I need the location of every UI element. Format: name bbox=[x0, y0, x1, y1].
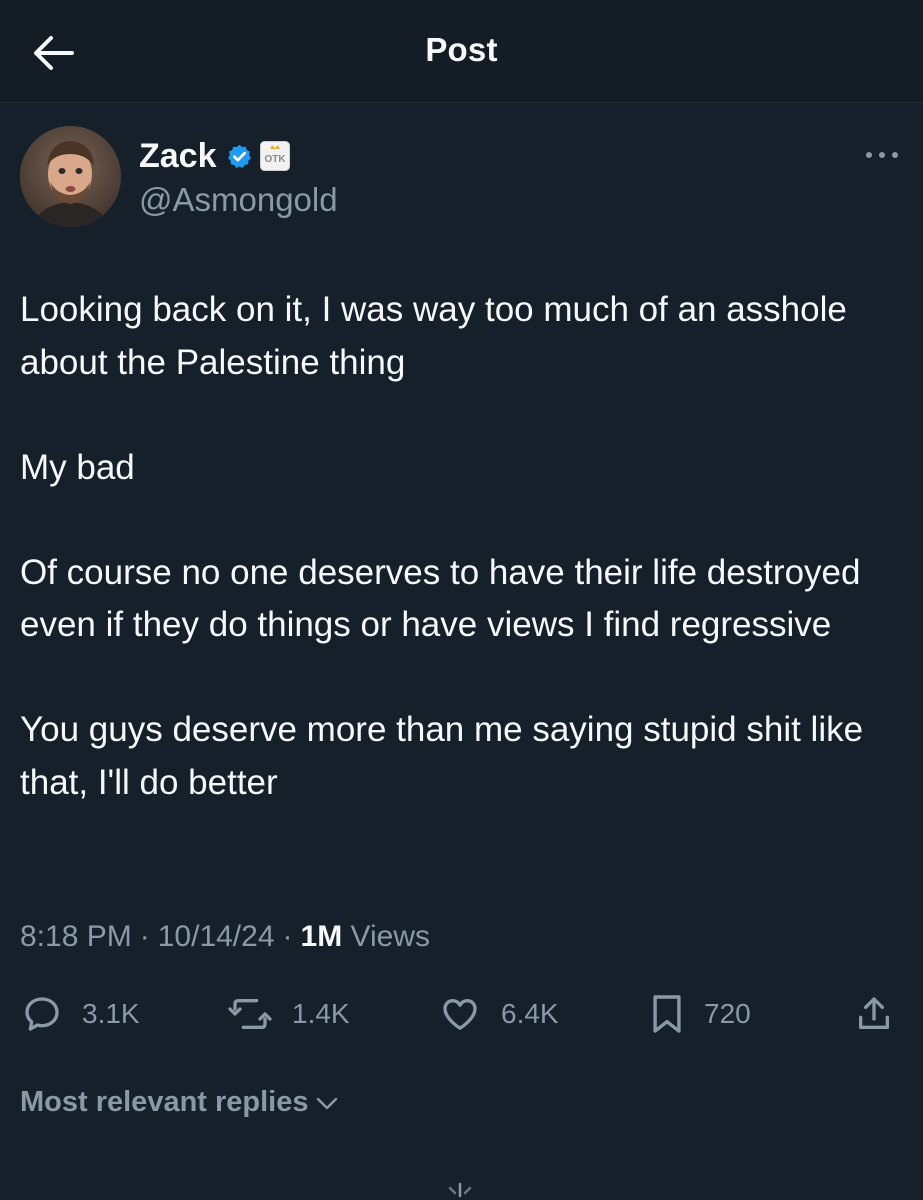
post-metadata: 8:18 PM · 10/14/24 · 1M Views bbox=[20, 920, 430, 954]
reply-icon bbox=[25, 997, 59, 1031]
verified-badge-icon bbox=[227, 144, 251, 168]
views-label: Views bbox=[350, 920, 431, 953]
action-bar: 3.1K 1.4K 6.4K 720 bbox=[0, 990, 923, 1038]
post-date[interactable]: 10/14/24 bbox=[158, 920, 275, 953]
avatar[interactable] bbox=[20, 126, 121, 227]
views-count[interactable]: 1M bbox=[301, 920, 343, 953]
avatar-image bbox=[20, 126, 121, 227]
replies-sort-label: Most relevant replies bbox=[20, 1086, 309, 1118]
separator-dot: · bbox=[282, 920, 293, 953]
post-text: Looking back on it, I was way too much o… bbox=[20, 284, 900, 809]
author-display-name[interactable]: Zack bbox=[139, 137, 217, 176]
bookmark-count: 720 bbox=[704, 998, 751, 1029]
post-paragraph: Looking back on it, I was way too much o… bbox=[20, 290, 847, 382]
bookmark-button[interactable]: 720 bbox=[650, 990, 751, 1038]
more-options-button[interactable] bbox=[862, 143, 902, 167]
reply-count: 3.1K bbox=[82, 998, 140, 1029]
share-button[interactable] bbox=[854, 990, 894, 1038]
share-icon bbox=[859, 997, 889, 1029]
like-count: 6.4K bbox=[501, 998, 559, 1029]
replies-sort-dropdown[interactable]: Most relevant replies bbox=[20, 1086, 339, 1119]
post-paragraph: Of course no one deserves to have their … bbox=[20, 552, 861, 645]
author-handle[interactable]: @Asmongold bbox=[139, 181, 338, 219]
author-name-row: Zack OTK bbox=[139, 134, 290, 178]
repost-count: 1.4K bbox=[292, 998, 350, 1029]
more-horizontal-icon bbox=[866, 152, 898, 158]
heart-icon bbox=[443, 999, 477, 1030]
repost-icon bbox=[228, 999, 272, 1029]
separator-dot: · bbox=[139, 920, 150, 953]
post-paragraph: My bad bbox=[20, 447, 135, 487]
post-time[interactable]: 8:18 PM bbox=[20, 920, 132, 953]
loading-spinner-icon bbox=[448, 1182, 472, 1198]
page-title: Post bbox=[425, 31, 498, 68]
repost-button[interactable]: 1.4K bbox=[228, 990, 350, 1038]
top-bar: Post bbox=[0, 0, 923, 103]
reply-button[interactable]: 3.1K bbox=[22, 990, 140, 1038]
chevron-down-icon bbox=[316, 1097, 337, 1109]
like-button[interactable]: 6.4K bbox=[439, 990, 559, 1038]
bookmark-icon bbox=[653, 995, 681, 1033]
post-paragraph: You guys deserve more than me saying stu… bbox=[20, 710, 864, 802]
affiliate-badge-text: OTK bbox=[264, 154, 286, 165]
affiliate-badge-icon[interactable]: OTK bbox=[259, 141, 290, 171]
